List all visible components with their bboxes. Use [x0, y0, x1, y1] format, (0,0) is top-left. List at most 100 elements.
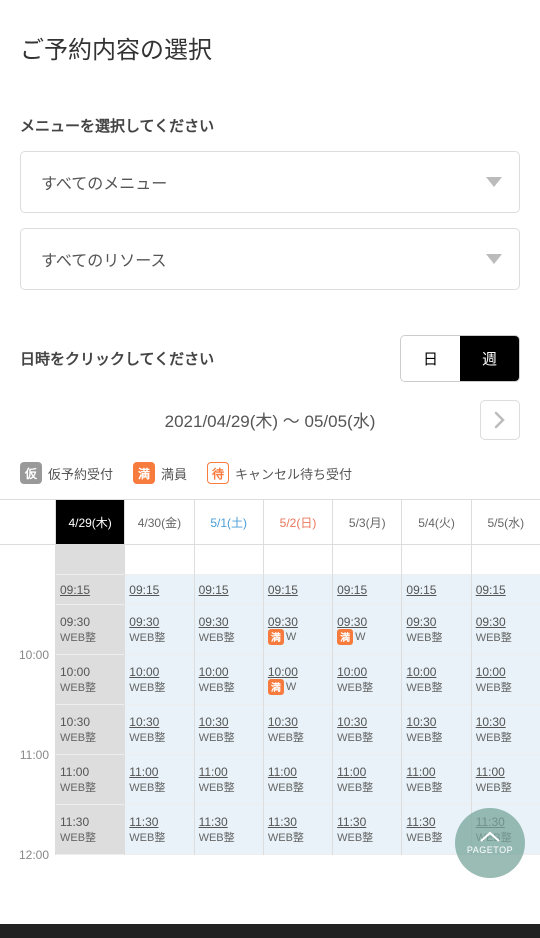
- slot-text: WEB整: [199, 679, 259, 695]
- full-badge-icon: 満: [337, 629, 353, 645]
- time-slot[interactable]: 11:00WEB整: [333, 755, 401, 805]
- time-slot[interactable]: 09:15: [195, 575, 263, 605]
- slot-time: 10:00: [476, 665, 536, 679]
- time-slot[interactable]: 10:30WEB整: [264, 705, 332, 755]
- man-badge: 満: [133, 462, 155, 484]
- slot-text: WEB整: [337, 829, 397, 845]
- resource-select-wrap[interactable]: すべてのリソース: [20, 228, 520, 290]
- day-header[interactable]: 5/1(土): [195, 500, 263, 545]
- time-slot[interactable]: 09:30WEB整: [472, 605, 540, 655]
- slot-text: WEB整: [337, 679, 397, 695]
- day-header[interactable]: 5/3(月): [333, 500, 401, 545]
- slot-text: WEB整: [60, 779, 120, 795]
- day-column: 5/3(月)09:1509:30満W10:00WEB整10:30WEB整11:0…: [333, 500, 402, 855]
- time-slot[interactable]: 09:15: [125, 575, 193, 605]
- next-week-button[interactable]: [480, 400, 520, 440]
- legend-man: 満 満員: [133, 462, 187, 484]
- legend-kari: 仮 仮予約受付: [20, 462, 113, 484]
- slot-text: WEB整: [476, 679, 536, 695]
- slot-time: 09:15: [199, 583, 229, 597]
- full-badge-icon: 満: [268, 679, 284, 695]
- time-slot[interactable]: 10:30WEB整: [402, 705, 470, 755]
- view-toggle: 日 週: [400, 335, 520, 382]
- time-slot[interactable]: 11:30WEB整: [264, 805, 332, 855]
- slot-time: 09:30: [199, 615, 259, 629]
- day-header[interactable]: 4/30(金): [125, 500, 193, 545]
- day-header[interactable]: 5/2(日): [264, 500, 332, 545]
- slot-time: 11:00: [337, 765, 397, 779]
- slot-time: 10:00: [406, 665, 466, 679]
- slot-time: 10:00: [199, 665, 259, 679]
- slot-time: 10:30: [129, 715, 189, 729]
- slot-text: WEB整: [406, 629, 466, 645]
- slot-time: 11:00: [268, 765, 328, 779]
- time-slot[interactable]: 10:30WEB整: [333, 705, 401, 755]
- time-slot[interactable]: 11:30WEB整: [333, 805, 401, 855]
- full-badge-icon: 満: [268, 629, 284, 645]
- time-slot[interactable]: 10:30WEB整: [195, 705, 263, 755]
- slot-text: WEB整: [129, 779, 189, 795]
- slot-time: 11:30: [337, 815, 397, 829]
- time-slot[interactable]: 10:00WEB整: [333, 655, 401, 705]
- slot-time: 10:30: [60, 715, 120, 729]
- slot-time: 11:30: [268, 815, 328, 829]
- time-slot[interactable]: 11:30WEB整: [125, 805, 193, 855]
- time-slot[interactable]: 09:15: [402, 575, 470, 605]
- time-slot: 11:30WEB整: [56, 805, 124, 855]
- time-slot[interactable]: 11:00WEB整: [125, 755, 193, 805]
- time-slot[interactable]: 10:30WEB整: [125, 705, 193, 755]
- date-section-label: 日時をクリックしてください: [20, 348, 214, 369]
- menu-select-wrap[interactable]: すべてのメニュー: [20, 151, 520, 213]
- time-slot[interactable]: 09:30WEB整: [125, 605, 193, 655]
- time-slot[interactable]: 10:30WEB整: [472, 705, 540, 755]
- slot-text: WEB整: [199, 629, 259, 645]
- slot-text: WEB整: [476, 779, 536, 795]
- time-slot[interactable]: 11:00WEB整: [264, 755, 332, 805]
- time-slot[interactable]: 09:15: [472, 575, 540, 605]
- slot-text: WEB整: [337, 779, 397, 795]
- view-week-button[interactable]: 週: [460, 336, 519, 381]
- time-slot[interactable]: 09:15: [333, 575, 401, 605]
- time-slot[interactable]: 11:30WEB整: [195, 805, 263, 855]
- time-slot[interactable]: 09:30WEB整: [195, 605, 263, 655]
- legend-machi: 待 キャンセル待ち受付: [207, 462, 352, 484]
- slot-text: WEB整: [129, 679, 189, 695]
- slot-time: 11:00: [129, 765, 189, 779]
- time-slot[interactable]: 11:00WEB整: [195, 755, 263, 805]
- bottom-bar: [0, 924, 540, 938]
- time-slot[interactable]: 09:30満W: [264, 605, 332, 655]
- time-slot: 09:15: [56, 575, 124, 605]
- time-slot[interactable]: 09:15: [264, 575, 332, 605]
- time-axis-label: 11:00: [20, 748, 49, 762]
- view-day-button[interactable]: 日: [401, 336, 460, 381]
- day-header[interactable]: 5/5(水): [472, 500, 540, 545]
- time-slot[interactable]: 10:00WEB整: [195, 655, 263, 705]
- time-slot[interactable]: 10:00満W: [264, 655, 332, 705]
- legend: 仮 仮予約受付 満 満員 待 キャンセル待ち受付: [20, 462, 520, 484]
- slot-time: 10:30: [476, 715, 536, 729]
- page-top-button[interactable]: PAGETOP: [455, 808, 525, 878]
- day-column: 5/4(火)09:1509:30WEB整10:00WEB整10:30WEB整11…: [402, 500, 471, 855]
- slot-text: WEB整: [129, 829, 189, 845]
- time-slot[interactable]: 10:00WEB整: [402, 655, 470, 705]
- slot-text: WEB整: [60, 629, 120, 645]
- time-slot[interactable]: 09:30WEB整: [402, 605, 470, 655]
- time-slot: 10:00WEB整: [56, 655, 124, 705]
- resource-select[interactable]: すべてのリソース: [20, 228, 520, 290]
- day-header[interactable]: 5/4(火): [402, 500, 470, 545]
- slot-text: WEB整: [60, 679, 120, 695]
- time-slot[interactable]: 11:00WEB整: [472, 755, 540, 805]
- man-text: 満員: [161, 464, 187, 483]
- time-slot[interactable]: 10:00WEB整: [472, 655, 540, 705]
- time-slot: 10:30WEB整: [56, 705, 124, 755]
- slot-text: WEB整: [129, 729, 189, 745]
- day-header[interactable]: 4/29(木): [56, 500, 124, 545]
- slot-text: WEB整: [268, 779, 328, 795]
- menu-select[interactable]: すべてのメニュー: [20, 151, 520, 213]
- time-slot[interactable]: 10:00WEB整: [125, 655, 193, 705]
- time-slot[interactable]: 11:00WEB整: [402, 755, 470, 805]
- day-column: 4/30(金)09:1509:30WEB整10:00WEB整10:30WEB整1…: [125, 500, 194, 855]
- pagetop-text: PAGETOP: [467, 845, 513, 855]
- slot-time: 10:00: [337, 665, 397, 679]
- time-slot[interactable]: 09:30満W: [333, 605, 401, 655]
